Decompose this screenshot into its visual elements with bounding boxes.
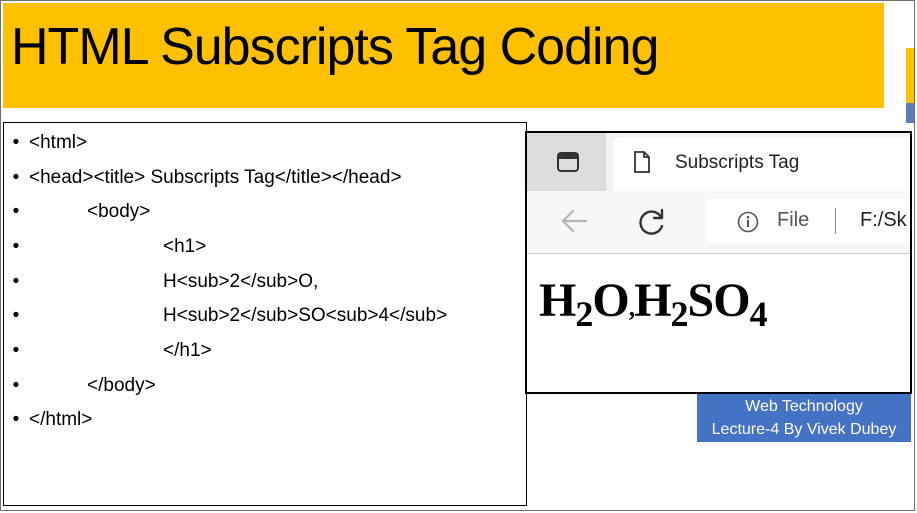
formula-sub: 2 xyxy=(575,294,593,334)
caption-line-1: Web Technology xyxy=(745,398,863,415)
bullet: • xyxy=(12,305,20,326)
formula-o: O xyxy=(592,274,629,327)
formula-h: H xyxy=(539,274,576,327)
refresh-icon[interactable] xyxy=(637,208,667,236)
code-text: <h1> xyxy=(163,236,207,257)
back-arrow-icon[interactable] xyxy=(560,208,588,234)
bullet: • xyxy=(12,375,20,396)
lecture-caption: Web Technology Lecture-4 By Vivek Dubey xyxy=(697,394,911,442)
code-text: H<sub>2</sub>O, xyxy=(163,271,319,292)
info-icon[interactable] xyxy=(737,211,759,233)
bullet: • xyxy=(12,236,20,257)
code-text: <head><title> Subscripts Tag</title></he… xyxy=(29,167,402,188)
side-accent-strip xyxy=(906,48,914,103)
bullet: • xyxy=(12,271,20,292)
tab-strip: Subscripts Tag xyxy=(527,133,910,191)
formula-sub: 2 xyxy=(670,294,689,334)
formula-so: SO xyxy=(687,274,751,327)
bullet: • xyxy=(12,201,20,222)
address-bar[interactable]: File F:/Sk xyxy=(705,199,910,243)
address-separator xyxy=(835,208,836,234)
caption-line-2: Lecture-4 By Vivek Dubey xyxy=(711,421,897,438)
bullet: • xyxy=(12,409,20,430)
code-text: </h1> xyxy=(163,340,212,361)
code-text: <html> xyxy=(29,132,88,153)
code-text: <body> xyxy=(87,201,151,222)
code-text: H<sub>2</sub>SO<sub>4</sub> xyxy=(163,305,448,326)
rendered-heading: H2O,H2SO4 xyxy=(539,273,768,332)
title-banner: HTML Subscripts Tag Coding xyxy=(3,3,884,108)
formula-h: H xyxy=(634,274,671,327)
slide-title: HTML Subscripts Tag Coding xyxy=(11,18,659,76)
tab-title: Subscripts Tag xyxy=(675,152,800,173)
tab-actions-icon xyxy=(557,152,579,172)
bullet: • xyxy=(12,132,20,153)
browser-screenshot: Subscripts Tag File F:/Sk H2O,H2SO4 xyxy=(525,131,912,394)
address-scheme-label: File xyxy=(777,209,810,231)
bullet: • xyxy=(12,340,20,361)
code-text: </html> xyxy=(29,409,93,430)
formula-sub: 4 xyxy=(749,294,768,334)
bullet: • xyxy=(12,167,20,188)
navigation-bar: File F:/Sk xyxy=(527,191,910,254)
side-accent-strip-blue xyxy=(906,103,914,123)
tab-actions-button[interactable] xyxy=(527,133,606,191)
code-listing: • <html> • <head><title> Subscripts Tag<… xyxy=(3,122,527,506)
tab-subscripts[interactable]: Subscripts Tag xyxy=(613,137,910,191)
code-text: </body> xyxy=(87,375,156,396)
document-icon xyxy=(634,151,650,173)
address-url: F:/Sk xyxy=(860,209,907,231)
